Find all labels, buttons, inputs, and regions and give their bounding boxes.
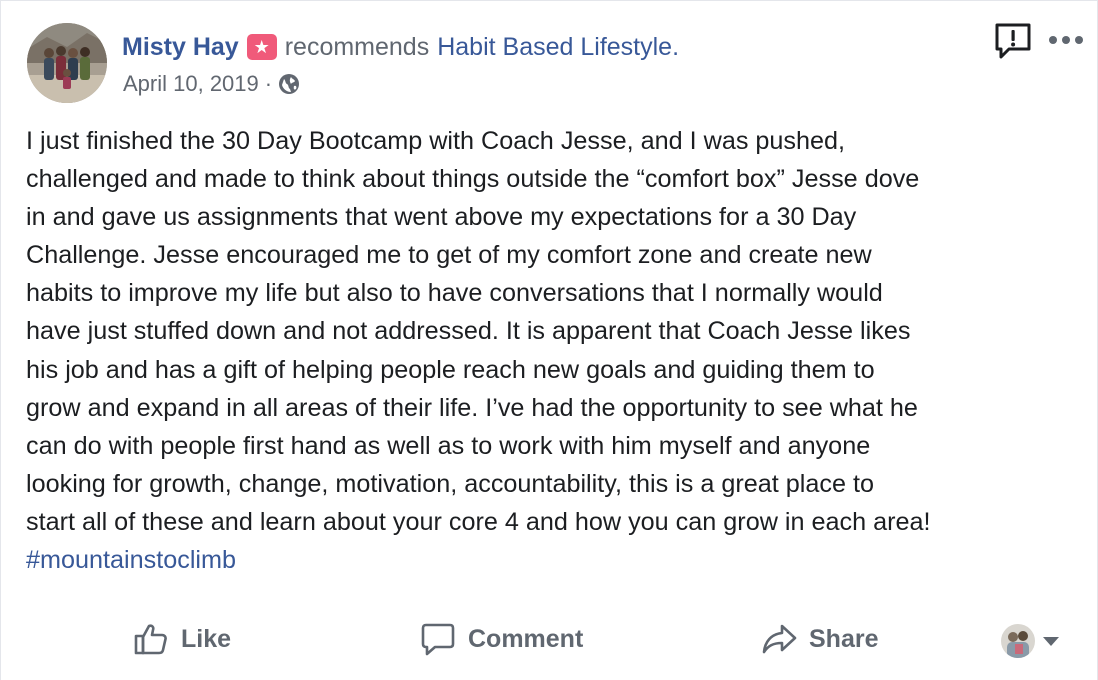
post-body: I just finished the 30 Day Bootcamp with… [26,122,1086,579]
post-body-line: habits to improve my life but also to ha… [26,279,883,308]
comment-label: Comment [468,624,584,653]
post-body-line: challenged and made to think about thing… [26,165,920,194]
post-date[interactable]: April 10, 2019 [123,71,259,97]
report-icon[interactable] [993,21,1033,61]
comment-button[interactable]: Comment [420,609,583,669]
recommendation-post: Misty Hay ★ recommends Habit Based Lifes… [0,0,1098,680]
share-button[interactable]: Share [761,609,878,669]
thumbs-up-icon [133,621,169,657]
post-body-line: I just finished the 30 Day Bootcamp with… [26,127,846,155]
meta-separator: · [264,71,273,96]
post-as-selector[interactable] [1001,623,1059,659]
post-body-line: in and gave us assignments that went abo… [26,203,857,232]
like-button[interactable]: Like [133,609,231,669]
post-body-line: his job and has a gift of helping people… [26,355,875,384]
comment-bubble-icon [420,621,456,657]
author-avatar[interactable] [27,23,107,103]
hashtag-link[interactable]: #mountainstoclimb [26,546,236,574]
star-badge-icon: ★ [246,34,277,60]
profile-avatar [1001,624,1035,658]
action-bar: Like Comment Share [1,609,1098,669]
dot [1075,36,1083,44]
post-body-line: have just stuffed down and not addressed… [26,317,911,346]
post-body-line: can do with people first hand as well as… [26,431,871,460]
post-body-line: looking for growth, change, motivation, … [26,469,874,498]
share-arrow-icon [761,621,797,657]
chevron-down-icon [1043,636,1059,646]
post-body-line: start all of these and learn about your … [26,507,931,536]
recommends-verb: recommends [284,32,430,61]
page-link[interactable]: Habit Based Lifestyle. [437,33,679,62]
more-options-icon[interactable] [1045,25,1087,55]
post-header: Misty Hay ★ recommends Habit Based Lifes… [122,27,679,67]
share-label: Share [809,624,879,653]
post-body-line: grow and expand in all areas of their li… [26,393,918,422]
dot [1049,36,1057,44]
post-meta: April 10, 2019 · [123,69,300,99]
like-label: Like [181,624,232,653]
post-body-line: Challenge. Jesse encouraged me to get of… [26,241,872,270]
globe-icon[interactable] [278,73,300,95]
author-name[interactable]: Misty Hay [122,33,239,62]
dot [1062,36,1070,44]
